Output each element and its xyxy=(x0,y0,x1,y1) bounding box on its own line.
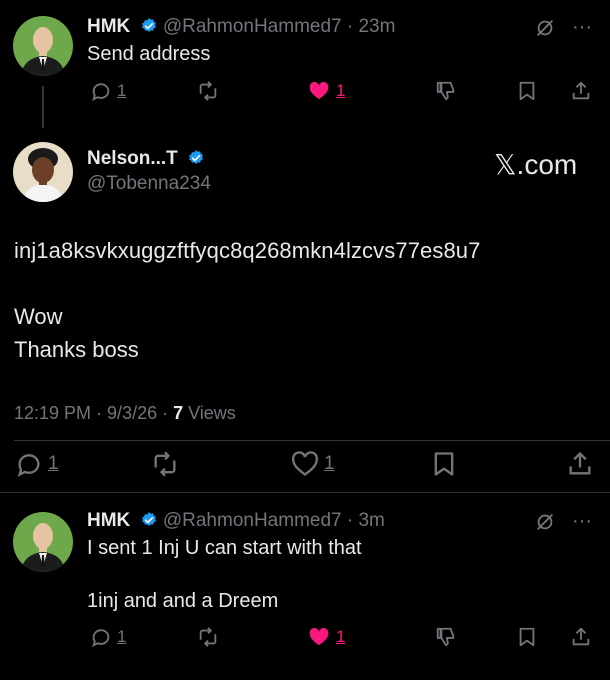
reply2-reply-count: 1 xyxy=(117,627,127,646)
share-icon xyxy=(569,452,591,475)
repost-icon xyxy=(199,627,217,647)
repost-icon xyxy=(154,451,176,477)
reply1-reply-count: 1 xyxy=(117,81,127,100)
avatar-nelson[interactable] xyxy=(13,142,73,202)
reply1-like-button[interactable]: 1 xyxy=(306,80,345,102)
reply2-handle[interactable]: @RahmonHammed7 xyxy=(163,510,342,531)
heart-filled-icon xyxy=(309,81,329,100)
reply1-reply-button[interactable]: 1 xyxy=(89,80,126,102)
reply2-author-name[interactable]: HMK xyxy=(87,510,130,531)
share-icon xyxy=(572,627,590,646)
main-bookmark-button[interactable] xyxy=(430,450,458,478)
reply2-share-button[interactable] xyxy=(570,626,592,648)
reply1-text: Send address xyxy=(87,43,211,65)
verified-badge-icon xyxy=(141,18,156,32)
reply1-separator: · xyxy=(346,16,354,37)
reply1-time[interactable]: 23m xyxy=(358,16,395,37)
main-repost-button[interactable] xyxy=(150,450,180,478)
grok-icon[interactable] xyxy=(534,17,556,39)
avatar-hmk-image xyxy=(13,16,73,76)
reply-icon xyxy=(17,454,40,477)
bookmark-icon xyxy=(519,81,535,101)
main-like-count: 1 xyxy=(324,453,335,474)
main-share-button[interactable] xyxy=(566,450,594,478)
heart-filled-icon xyxy=(309,627,329,646)
main-like-button[interactable]: 1 xyxy=(290,450,335,478)
thread-line xyxy=(42,86,44,128)
reply1-like-count: 1 xyxy=(336,81,346,100)
avatar-hmk-2-image xyxy=(13,512,73,572)
more-options-icon[interactable]: ··· xyxy=(572,16,592,39)
avatar-hmk-2[interactable] xyxy=(13,512,73,572)
heart-icon xyxy=(292,451,318,476)
reply2-repost-button[interactable] xyxy=(195,626,221,648)
reply2-text-line1: I sent 1 Inj U can start with that xyxy=(87,537,362,559)
grok-icon[interactable] xyxy=(534,511,556,533)
reply1-dislike-button[interactable] xyxy=(434,80,458,102)
bookmark-icon xyxy=(434,452,454,476)
verified-badge-icon xyxy=(189,150,203,164)
thumbs-down-icon xyxy=(436,627,455,647)
main-reply-button[interactable]: 1 xyxy=(14,450,59,478)
reply2-header: HMK @RahmonHammed7 · 3m xyxy=(87,510,385,532)
avatar-hmk[interactable] xyxy=(13,16,73,76)
reply1-share-button[interactable] xyxy=(570,80,592,102)
main-divider-top xyxy=(14,440,610,441)
share-icon xyxy=(572,81,590,100)
verified-badge-icon xyxy=(141,512,156,526)
avatar-nelson-image xyxy=(13,142,73,202)
main-divider-bottom xyxy=(0,492,610,493)
main-text-line3: Thanks boss xyxy=(14,337,139,362)
bookmark-icon xyxy=(519,627,535,647)
main-author-handle[interactable]: @Tobenna234 xyxy=(87,173,211,195)
main-author: Nelson...T xyxy=(87,148,205,170)
main-author-name[interactable]: Nelson...T xyxy=(87,148,178,169)
more-options-icon[interactable]: ··· xyxy=(572,510,592,533)
reply2-dislike-button[interactable] xyxy=(434,626,458,648)
reply1-handle[interactable]: @RahmonHammed7 xyxy=(163,16,342,37)
reply1-bookmark-button[interactable] xyxy=(516,80,538,102)
reply-icon xyxy=(92,83,110,101)
reply-icon xyxy=(92,629,110,647)
x-watermark: 𝕏.com xyxy=(494,149,578,180)
main-address-text: inj1a8ksvkxuggzftfyqc8q268mkn4lzcvs77es8… xyxy=(14,238,481,263)
reply2-like-count: 1 xyxy=(336,627,346,646)
reply2-bookmark-button[interactable] xyxy=(516,626,538,648)
main-reply-count: 1 xyxy=(48,453,59,474)
reply1-header: HMK @RahmonHammed7 · 23m xyxy=(87,16,395,38)
main-timestamp[interactable]: 12:19 PM · 9/3/26 · xyxy=(14,403,173,423)
thumbs-down-icon xyxy=(436,81,455,101)
main-views-label: Views xyxy=(183,403,236,423)
reply2-like-button[interactable]: 1 xyxy=(306,626,345,648)
main-text-line2: Wow xyxy=(14,304,63,329)
reply1-repost-button[interactable] xyxy=(195,80,221,102)
reply2-text-line2: 1inj and and a Dreem xyxy=(87,590,279,612)
main-meta: 12:19 PM · 9/3/26 · 7 Views xyxy=(14,403,236,424)
repost-icon xyxy=(199,81,217,101)
main-views-count: 7 xyxy=(173,403,184,423)
reply1-author-name[interactable]: HMK xyxy=(87,16,130,37)
reply2-separator: · xyxy=(346,510,354,531)
reply2-time[interactable]: 3m xyxy=(358,510,384,531)
reply2-reply-button[interactable]: 1 xyxy=(89,626,126,648)
